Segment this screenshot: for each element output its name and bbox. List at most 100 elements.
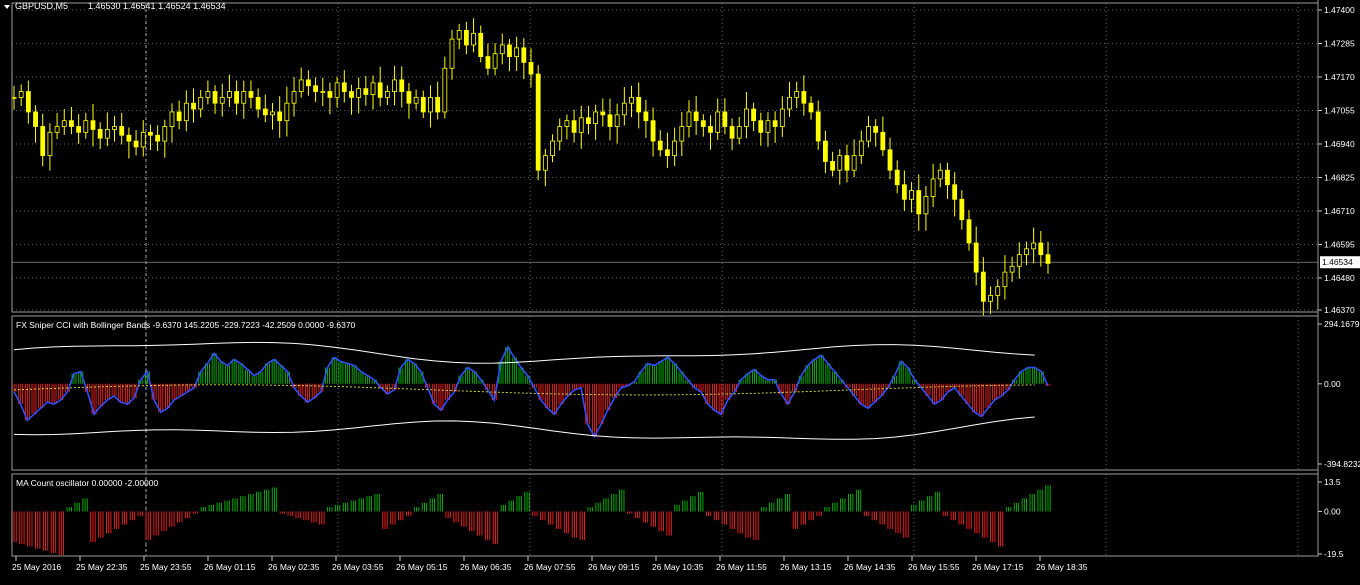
price-candle-body <box>887 149 893 171</box>
ohlc-readout: 1.46530 1.46541 1.46524 1.46534 <box>88 1 226 11</box>
price-candle-body <box>815 111 821 142</box>
price-candle-body <box>715 111 721 133</box>
symbol-label: GBPUSD,M5 <box>15 1 68 11</box>
price-candle-body <box>973 242 979 273</box>
price-candle-body <box>851 155 857 171</box>
price-candle-body <box>435 96 441 113</box>
price-candle-body <box>162 126 168 142</box>
price-candle-body <box>255 96 261 110</box>
price-candle-body <box>808 102 814 113</box>
price-candle-body <box>478 32 484 58</box>
price-candle-body <box>823 140 828 162</box>
price-candle-body <box>751 108 756 122</box>
price-candle-body <box>370 82 376 95</box>
price-candle-body <box>858 140 864 157</box>
price-candle-body <box>909 190 914 200</box>
time-axis-label: 26 May 07:55 <box>524 562 576 572</box>
price-candle-body <box>406 91 412 104</box>
price-candle-body <box>916 190 922 215</box>
price-candle-body <box>420 96 426 113</box>
dropdown-arrow-icon[interactable] <box>4 5 10 9</box>
price-candle-body <box>306 79 311 87</box>
price-candle-body <box>643 111 649 122</box>
price-candle-body <box>988 295 993 302</box>
ma-axis-label: 0.00 <box>1324 506 1341 516</box>
price-candle-body <box>521 47 527 63</box>
price-axis-label: 1.46710 <box>1324 206 1355 216</box>
price-candle-body <box>686 111 692 127</box>
price-candle-body <box>650 120 656 142</box>
time-axis-label: 26 May 01:15 <box>204 562 256 572</box>
price-candle-body <box>1009 265 1015 273</box>
price-candle-body <box>665 149 670 157</box>
price-candle-body <box>873 126 879 133</box>
price-candle-body <box>413 96 419 104</box>
price-candle-body <box>47 131 53 157</box>
cci-axis-label: 0.00 <box>1324 379 1341 389</box>
ma-count-panel[interactable] <box>11 473 1319 557</box>
price-candle-body <box>492 53 498 69</box>
time-axis-label: 26 May 14:35 <box>844 562 896 572</box>
price-candle-body <box>736 126 742 139</box>
price-candle-body <box>514 47 520 58</box>
time-axis-label: 26 May 06:35 <box>460 562 512 572</box>
price-candle-body <box>234 91 239 104</box>
price-candle-body <box>729 126 735 139</box>
price-candle-body <box>11 96 17 99</box>
price-candle-body <box>959 198 965 221</box>
price-candle-body <box>787 96 792 110</box>
price-candle-body <box>966 219 972 244</box>
price-candle-body <box>205 91 211 98</box>
time-axis-label: 26 May 09:15 <box>588 562 640 572</box>
price-candle-body <box>83 120 89 133</box>
price-candle-body <box>693 111 699 122</box>
price-axis-label: 1.46940 <box>1324 139 1355 149</box>
price-candle-body <box>183 102 189 122</box>
time-axis-label: 26 May 02:35 <box>268 562 320 572</box>
price-candle-body <box>930 178 936 197</box>
chart-canvas[interactable]: 1.47400 1.47285 1.47170 1.47055 1.46940 1.468… <box>0 0 1360 580</box>
cci-indicator-panel[interactable] <box>11 315 1319 471</box>
price-candle-body <box>542 155 548 171</box>
price-axis-label: 1.46480 <box>1324 273 1355 283</box>
price-candle-body <box>1016 254 1022 267</box>
time-axis-label: 26 May 05:15 <box>396 562 448 572</box>
price-candle-body <box>837 155 843 171</box>
price-axis-label: 1.46825 <box>1324 172 1355 182</box>
price-candle-body <box>298 79 304 92</box>
price-candle-body <box>76 126 82 133</box>
price-candle-body <box>1031 242 1037 250</box>
price-candle-body <box>844 155 850 171</box>
price-candle-body <box>320 91 326 93</box>
main-price-panel[interactable] <box>11 2 1319 313</box>
mt4-chart-window[interactable]: 1.47400 1.47285 1.47170 1.47055 1.46940 1.468… <box>0 0 1360 580</box>
price-candle-body <box>219 96 225 104</box>
price-candle-body <box>672 140 678 157</box>
price-candle-body <box>801 91 807 104</box>
price-candle-body <box>507 44 512 58</box>
time-axis-label: 26 May 15:55 <box>908 562 960 572</box>
price-candle-body <box>212 91 218 104</box>
price-candle-body <box>499 44 505 55</box>
price-axis-label: 1.47055 <box>1324 105 1355 115</box>
price-candle-body <box>952 184 958 200</box>
price-candle-body <box>227 91 232 98</box>
price-candle-body <box>399 79 405 92</box>
price-candle-body <box>830 161 835 171</box>
time-axis-label: 26 May 17:15 <box>972 562 1024 572</box>
time-axis-label: 25 May 22:35 <box>76 562 128 572</box>
time-axis-label: 25 May 23:55 <box>140 562 192 572</box>
price-candle-body <box>126 134 132 142</box>
price-candle-body <box>772 120 778 127</box>
price-candle-body <box>557 126 563 142</box>
ma-axis-label: -19.5 <box>1324 549 1344 559</box>
price-candle-body <box>758 120 764 133</box>
price-candle-body <box>779 108 785 127</box>
price-candle-body <box>133 140 139 148</box>
price-candle-body <box>313 85 318 92</box>
price-candle-body <box>463 29 469 46</box>
price-candle-body <box>40 126 46 157</box>
upper-bollinger-band <box>13 341 1035 364</box>
price-candle-body <box>866 126 871 142</box>
price-candle-body <box>744 108 749 127</box>
